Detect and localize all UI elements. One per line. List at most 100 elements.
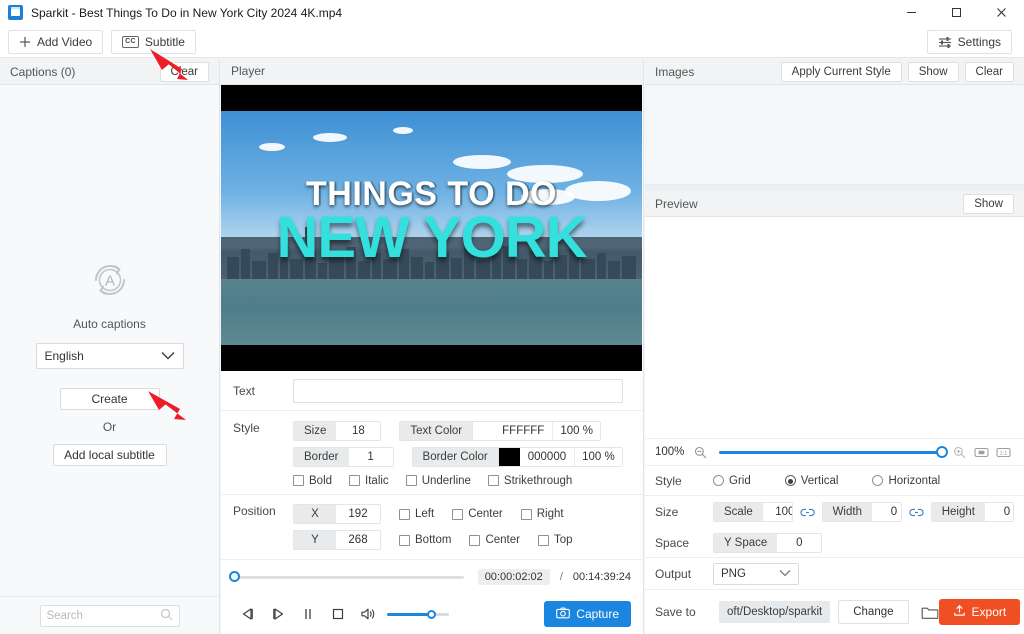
images-clear-button[interactable]: Clear [965, 62, 1014, 82]
folder-icon[interactable] [921, 605, 939, 620]
scale-field[interactable]: Scale 100 [713, 502, 793, 522]
seek-thumb[interactable] [229, 571, 240, 582]
apply-current-style-button[interactable]: Apply Current Style [781, 62, 902, 82]
search-box[interactable] [40, 605, 180, 627]
preview-show-button[interactable]: Show [963, 194, 1014, 214]
images-panel-header: Images Apply Current Style Show Clear [645, 59, 1024, 85]
output-label: Output [655, 567, 713, 581]
bold-checkbox[interactable]: Bold [293, 475, 332, 487]
size-value[interactable]: 18 [336, 422, 380, 440]
stop-icon[interactable] [323, 601, 353, 627]
pause-icon[interactable] [293, 601, 323, 627]
italic-checkbox[interactable]: Italic [349, 475, 389, 487]
settings-button[interactable]: Settings [927, 30, 1012, 54]
minimize-icon[interactable] [889, 0, 934, 26]
zoom-thumb[interactable] [936, 446, 948, 458]
align-top-checkbox[interactable]: Top [538, 534, 573, 546]
checkbox-icon [521, 509, 532, 520]
video-water [221, 279, 642, 345]
search-input[interactable] [47, 610, 159, 622]
position-x-field[interactable]: X 192 [293, 504, 381, 524]
x-value[interactable]: 192 [336, 505, 380, 523]
align-right-checkbox[interactable]: Right [521, 508, 564, 520]
volume-slider[interactable] [387, 613, 449, 616]
chevron-down-icon [779, 568, 791, 580]
y-value[interactable]: 268 [336, 531, 380, 549]
text-color-field[interactable]: Text Color FFFFFF 100 % [399, 421, 601, 441]
fit-to-window-icon[interactable] [970, 446, 992, 459]
style-grid-radio[interactable]: Grid [713, 475, 751, 487]
zoom-out-icon[interactable] [689, 446, 711, 459]
preview-size-row: Size Scale 100 Width 0 Height 0 [645, 496, 1024, 528]
preview-canvas[interactable] [645, 217, 1024, 438]
height-field[interactable]: Height 0 [931, 502, 1014, 522]
export-button[interactable]: Export [939, 599, 1021, 625]
scale-value[interactable]: 100 [763, 503, 793, 521]
create-captions-button[interactable]: Create [60, 388, 160, 410]
add-video-button[interactable]: Add Video [8, 30, 103, 54]
text-color-swatch[interactable] [472, 422, 494, 440]
subtitle-text-field[interactable] [293, 379, 623, 403]
border-color-field[interactable]: Border Color 000000 100 % [412, 447, 623, 467]
output-format-select[interactable]: PNG [713, 563, 799, 585]
upload-icon [953, 604, 966, 620]
border-color-hex[interactable]: 000000 [520, 448, 574, 466]
link-icon[interactable] [800, 507, 815, 518]
language-select[interactable]: English [36, 343, 184, 369]
volume-thumb[interactable] [427, 610, 436, 619]
zoom-slider[interactable] [719, 451, 942, 454]
text-color-opacity[interactable]: 100 % [552, 422, 600, 440]
position-y-field[interactable]: Y 268 [293, 530, 381, 550]
previous-frame-icon[interactable] [233, 601, 263, 627]
subtitle-text-input[interactable] [294, 380, 622, 402]
align-center-h-checkbox[interactable]: Center [452, 508, 503, 520]
images-list-area[interactable] [645, 85, 1024, 185]
preview-panel-header: Preview Show [645, 191, 1024, 217]
link-icon[interactable] [909, 507, 924, 518]
position-label: Position [233, 504, 287, 550]
seek-slider[interactable] [235, 576, 464, 579]
next-frame-icon[interactable] [263, 601, 293, 627]
strikethrough-checkbox[interactable]: Strikethrough [488, 475, 572, 487]
border-width-field[interactable]: Border 1 [293, 447, 394, 467]
captions-title: Captions (0) [10, 65, 75, 79]
volume-icon[interactable] [353, 601, 383, 627]
svg-text:A: A [104, 273, 114, 290]
images-show-button[interactable]: Show [908, 62, 959, 82]
maximize-icon[interactable] [934, 0, 979, 26]
video-frame[interactable]: THINGS TO DO NEW YORK [221, 85, 642, 371]
transport-controls: Capture [221, 594, 643, 634]
y-space-value[interactable]: 0 [777, 534, 821, 552]
align-left-checkbox[interactable]: Left [399, 508, 434, 520]
add-local-subtitle-button[interactable]: Add local subtitle [53, 444, 167, 466]
style-vertical-radio[interactable]: Vertical [785, 475, 839, 487]
align-center-v-checkbox[interactable]: Center [469, 534, 520, 546]
align-bottom-checkbox[interactable]: Bottom [399, 534, 451, 546]
preview-style-label: Style [655, 474, 713, 488]
text-color-hex[interactable]: FFFFFF [494, 422, 552, 440]
volume-fill [387, 613, 431, 616]
actual-size-icon[interactable]: 1:1 [992, 446, 1014, 459]
close-icon[interactable] [979, 0, 1024, 26]
border-color-opacity[interactable]: 100 % [574, 448, 622, 466]
checkbox-icon [452, 509, 463, 520]
subtitle-button[interactable]: CC Subtitle [111, 30, 196, 54]
border-value[interactable]: 1 [349, 448, 393, 466]
zoom-in-icon[interactable] [948, 446, 970, 459]
captions-clear-button[interactable]: Clear [160, 62, 209, 82]
underline-checkbox[interactable]: Underline [406, 475, 471, 487]
width-value[interactable]: 0 [872, 503, 902, 521]
height-value[interactable]: 0 [985, 503, 1014, 521]
main-toolbar: Add Video CC Subtitle Settings [0, 26, 1024, 58]
grid-label: Grid [729, 475, 751, 487]
change-path-button[interactable]: Change [838, 600, 908, 624]
radio-icon-selected [785, 475, 796, 486]
font-size-field[interactable]: Size 18 [293, 421, 381, 441]
capture-button[interactable]: Capture [544, 601, 631, 627]
style-horizontal-radio[interactable]: Horizontal [872, 475, 940, 487]
video-area: THINGS TO DO NEW YORK [221, 85, 643, 372]
border-color-swatch[interactable] [498, 448, 520, 466]
width-field[interactable]: Width 0 [822, 502, 902, 522]
center-v-label: Center [485, 534, 520, 546]
y-space-field[interactable]: Y Space 0 [713, 533, 822, 553]
